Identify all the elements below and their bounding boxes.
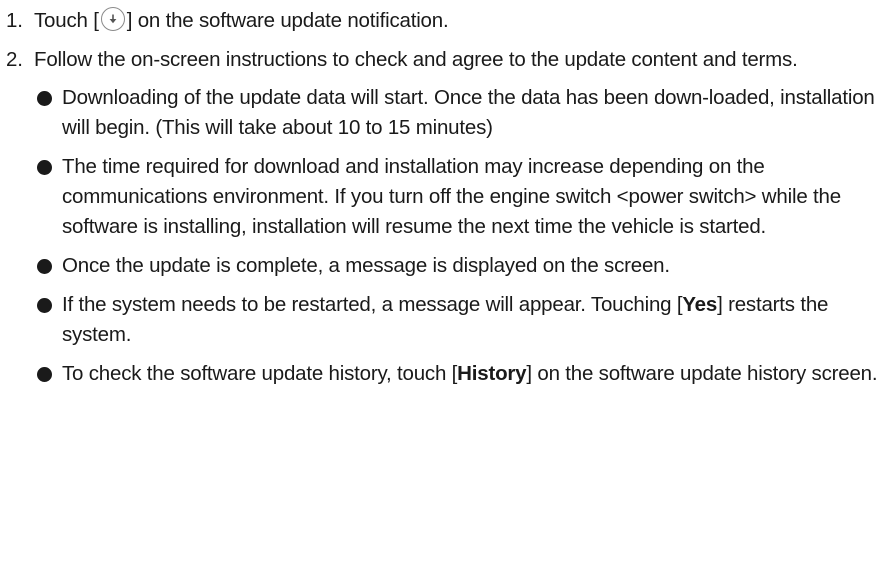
bullet-list: Downloading of the update data will star… xyxy=(34,83,878,389)
instruction-page: 1. Touch [ ] on the software update notif… xyxy=(0,0,892,562)
bullet-item: If the system needs to be restarted, a m… xyxy=(34,290,878,350)
step-1: 1. Touch [ ] on the software update notif… xyxy=(6,6,878,36)
step-text: Follow the on-screen instructions to che… xyxy=(34,48,798,71)
download-arrow-icon xyxy=(100,7,125,31)
yes-button-label: Yes xyxy=(682,293,718,316)
bullet-dot-icon xyxy=(37,91,52,106)
step-text-after: ] on the software update notification. xyxy=(126,9,449,32)
bullet-text: Once the update is complete, a message i… xyxy=(62,254,670,277)
bullet-dot-icon xyxy=(37,259,52,274)
bullet-item: Once the update is complete, a message i… xyxy=(34,251,878,281)
bullet-dot-icon xyxy=(37,367,52,382)
history-button-label: History xyxy=(457,362,527,385)
bullet-text: The time required for download and insta… xyxy=(62,155,841,238)
bullet-text: Downloading of the update data will star… xyxy=(62,86,875,139)
bullet-item: To check the software update history, to… xyxy=(34,359,878,389)
step-2: 2. Follow the on-screen instructions to … xyxy=(6,45,878,389)
bullet-text-post: ] on the software update history screen. xyxy=(526,362,878,385)
step-text-before: Touch [ xyxy=(34,9,99,32)
step-number: 2. xyxy=(6,48,23,71)
bullet-text-pre: To check the software update history, to… xyxy=(62,362,458,385)
bullet-dot-icon xyxy=(37,160,52,175)
bullet-item: The time required for download and insta… xyxy=(34,152,878,242)
step-number: 1. xyxy=(6,9,23,32)
bullet-item: Downloading of the update data will star… xyxy=(34,83,878,143)
bullet-dot-icon xyxy=(37,298,52,313)
bullet-text-pre: If the system needs to be restarted, a m… xyxy=(62,293,683,316)
